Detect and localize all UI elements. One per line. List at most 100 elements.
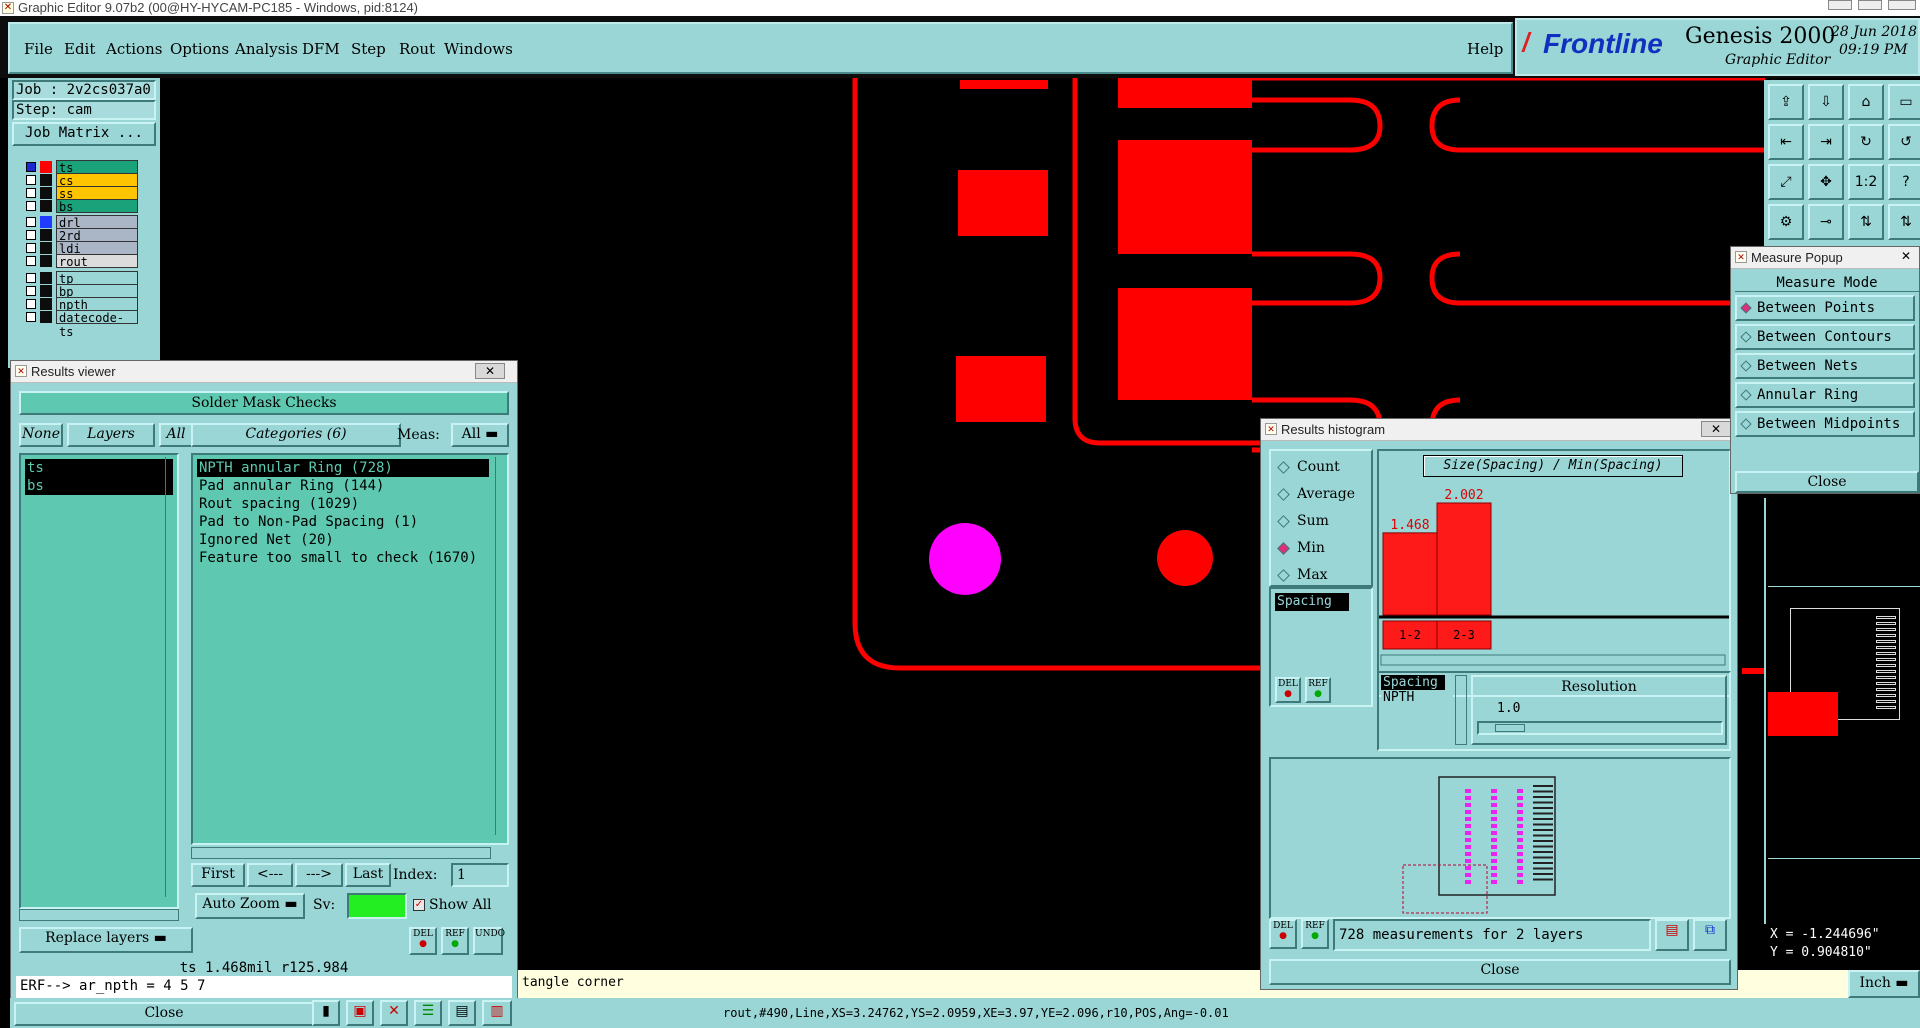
category-item[interactable]: Feature too small to check (1670) — [197, 549, 489, 567]
layer-checkbox[interactable] — [26, 175, 36, 185]
layer-checkbox[interactable] — [26, 256, 36, 266]
radio-indicator[interactable] — [1277, 542, 1290, 555]
layer-row-npth[interactable]: npth — [20, 297, 140, 312]
measure-mode-between-midpoints[interactable]: Between Midpoints — [1735, 411, 1915, 437]
layer-checkbox[interactable] — [26, 230, 36, 240]
layer-checkbox[interactable] — [26, 188, 36, 198]
layer-name[interactable]: bp — [56, 284, 138, 299]
spacing-list-item[interactable]: Spacing — [1381, 675, 1445, 690]
layer-name[interactable]: cs — [56, 173, 138, 188]
layer-name[interactable]: drl — [56, 215, 138, 230]
menu-windows[interactable]: Windows — [444, 40, 513, 58]
toolbar-tool-icon[interactable]: ↻ — [1848, 124, 1884, 160]
layer-name[interactable]: 2rd — [56, 228, 138, 243]
results-layer-item[interactable]: ts — [25, 459, 173, 477]
radio-indicator[interactable] — [1740, 418, 1752, 430]
layer-row-ts[interactable]: ts — [20, 160, 140, 175]
categories-list[interactable]: NPTH annular Ring (728) Pad annular Ring … — [191, 453, 509, 845]
layer-checkbox[interactable] — [26, 201, 36, 211]
menu-dfm[interactable]: DFM — [302, 40, 340, 58]
meas-select[interactable]: All ▬ — [451, 423, 509, 447]
layer-name[interactable]: npth — [56, 297, 138, 312]
sv-color-select[interactable] — [347, 893, 407, 919]
measure-mode-between-points[interactable]: Between Points — [1735, 295, 1915, 321]
menu-options[interactable]: Options — [170, 40, 229, 58]
toolbar-tool-icon[interactable]: ? — [1888, 164, 1920, 200]
spacing-list[interactable]: Spacing NPTH — [1381, 675, 1453, 745]
chart-tool-icon[interactable]: ▮ — [312, 1000, 340, 1026]
histogram-bar[interactable] — [1382, 532, 1438, 616]
layer-list-hscrollbar[interactable] — [19, 909, 179, 921]
measure-mode-annular-ring[interactable]: Annular Ring — [1735, 382, 1915, 408]
radio-indicator[interactable] — [1277, 488, 1290, 501]
index-input[interactable]: 1 — [451, 863, 509, 887]
layer-row-tp[interactable]: tp — [20, 271, 140, 286]
menu-help[interactable]: Help — [1467, 40, 1503, 58]
menu-step[interactable]: Step — [351, 40, 386, 58]
layer-row-2rd[interactable]: 2rd — [20, 228, 140, 243]
histogram-close-x[interactable]: ✕ — [1701, 421, 1731, 437]
categories-button[interactable]: Categories (6) — [191, 423, 401, 447]
toolbar-tool-icon[interactable]: ▭ — [1888, 84, 1920, 120]
replace-layers-select[interactable]: Replace layers ▬ — [19, 927, 193, 953]
menu-actions[interactable]: Actions — [106, 40, 162, 58]
layer-name[interactable]: bs — [56, 199, 138, 214]
toolbar-tool-icon[interactable]: ⇥ — [1808, 124, 1844, 160]
categories-hscrollbar[interactable] — [191, 847, 491, 859]
board-overview[interactable] — [1271, 759, 1729, 917]
show-all-checkbox[interactable]: ✓ — [413, 899, 425, 911]
histogram-titlebar[interactable]: ✕ Results histogram — [1261, 419, 1737, 441]
histogram-close-button[interactable]: Close — [1269, 959, 1731, 985]
category-item[interactable]: NPTH annular Ring (728) — [197, 459, 489, 477]
layer-checkbox[interactable] — [26, 286, 36, 296]
layer-name[interactable]: tp — [56, 271, 138, 286]
hist-del-button[interactable]: DEL ● — [1275, 677, 1301, 703]
toolbar-tool-icon[interactable]: ↺ — [1888, 124, 1920, 160]
menu-file[interactable]: File — [24, 40, 53, 58]
first-button[interactable]: First — [191, 863, 245, 887]
radio-indicator[interactable] — [1277, 515, 1290, 528]
resolution-slider[interactable] — [1477, 721, 1723, 735]
solder-mask-checks-header[interactable]: Solder Mask Checks — [19, 391, 509, 415]
monitor-tool-icon[interactable]: ▣ — [346, 1000, 374, 1026]
layer-checkbox[interactable] — [26, 273, 36, 283]
radio-indicator[interactable] — [1277, 569, 1290, 582]
none-button[interactable]: None — [19, 423, 63, 447]
layer-name[interactable]: ldi — [56, 241, 138, 256]
radio-indicator[interactable] — [1740, 360, 1752, 372]
layer-list-scrollbar[interactable] — [165, 457, 175, 897]
layer-name[interactable]: ss — [56, 186, 138, 201]
undo-button[interactable]: UNDO — [473, 927, 505, 955]
layer-row-rout[interactable]: rout — [20, 254, 140, 269]
toolbar-tool-icon[interactable]: ✥ — [1808, 164, 1844, 200]
histogram-left-list[interactable]: Spacing DEL ● REF ● — [1269, 587, 1373, 707]
layer-checkbox[interactable] — [26, 299, 36, 309]
results-layer-list[interactable]: ts bs — [19, 453, 179, 909]
results-viewer-close-x[interactable]: ✕ — [475, 363, 505, 379]
layer-row-datecode-ts[interactable]: datecode-ts — [20, 310, 140, 339]
toolbar-tool-icon[interactable]: ⇅ — [1888, 204, 1920, 240]
notes-tool-icon[interactable]: ▤ — [448, 1000, 476, 1026]
close-window-button[interactable] — [1888, 0, 1916, 10]
toolbar-tool-icon[interactable]: ⇩ — [1808, 84, 1844, 120]
histogram-option-max[interactable]: Max — [1275, 565, 1371, 585]
ref-button[interactable]: REF ● — [441, 927, 469, 955]
list-tool-icon[interactable]: ☰ — [414, 1000, 442, 1026]
bottom-ref-button[interactable]: REF ● — [1301, 919, 1329, 949]
all-layers-button[interactable]: All — [159, 423, 193, 447]
histogram-chart[interactable]: 1.468 1-2 2.002 2-3 — [1379, 479, 1729, 695]
layer-checkbox[interactable] — [26, 217, 36, 227]
measure-popup-close-x[interactable]: ✕ — [1895, 249, 1917, 265]
toolbar-tool-icon[interactable]: ⚙ — [1768, 204, 1804, 240]
toolbar-tool-icon[interactable]: ⇅ — [1848, 204, 1884, 240]
layer-row-bp[interactable]: bp — [20, 284, 140, 299]
histogram-option-count[interactable]: Count — [1275, 457, 1371, 477]
menu-analysis[interactable]: Analysis — [235, 40, 298, 58]
measure-mode-between-nets[interactable]: Between Nets — [1735, 353, 1915, 379]
layer-checkbox[interactable] — [26, 162, 36, 172]
histogram-option-min[interactable]: Min — [1275, 538, 1371, 558]
radio-indicator[interactable] — [1740, 302, 1752, 314]
radio-indicator[interactable] — [1740, 331, 1752, 343]
toolbar-tool-icon[interactable]: ⌂ — [1848, 84, 1884, 120]
layer-row-ldi[interactable]: ldi — [20, 241, 140, 256]
